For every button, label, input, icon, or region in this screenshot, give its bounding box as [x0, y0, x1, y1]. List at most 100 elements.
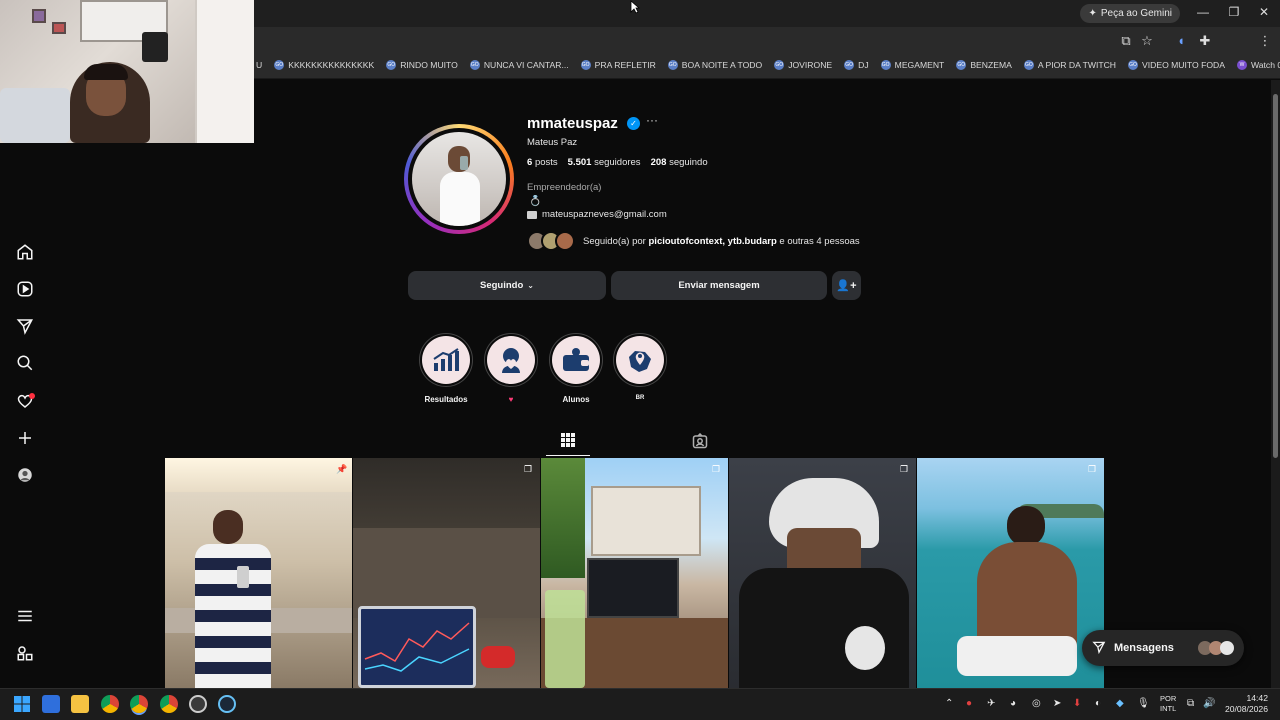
profile-username: mmateuspaz [527, 115, 618, 132]
bookmark-item[interactable]: GO KKKKKKKKKKKKKKK [274, 60, 374, 70]
more-options-icon[interactable]: ··· [646, 113, 658, 127]
bookmark-item[interactable]: GO RINDO MUITO [386, 60, 458, 70]
followers-stat[interactable]: 5.501 seguidores [568, 157, 641, 168]
bookmark-item[interactable]: GO DJ [844, 60, 869, 70]
following-button[interactable]: Seguindo ⌄ [408, 271, 606, 300]
gemini-label: Peça ao Gemini [1100, 8, 1172, 19]
bed [0, 88, 70, 143]
post-thumbnail[interactable]: ❐ [541, 458, 728, 688]
bookmark-item[interactable]: U [256, 60, 262, 70]
keyboard-language[interactable]: POR INTL [1160, 694, 1176, 714]
wall-frame [52, 22, 66, 34]
bookmark-favicon-icon: GO [386, 60, 397, 70]
bookmark-item[interactable]: GO NUNCA VI CANTAR... [469, 60, 569, 70]
bookmark-item[interactable]: GO JOVIRONE [774, 60, 832, 70]
message-avatars [1198, 641, 1234, 655]
tray-download-icon[interactable]: ⬇ [1073, 698, 1081, 709]
bookmark-item[interactable]: GO BOA NOITE A TODO [667, 60, 762, 70]
chrome-profile-icon[interactable] [160, 695, 178, 713]
shorts [957, 636, 1077, 676]
posts-grid-tab-icon[interactable] [561, 433, 577, 449]
extension-audio-icon[interactable]: ◖ [1172, 33, 1190, 48]
followed-by-row[interactable]: Seguido(a) por picioutofcontext, ytb.bud… [527, 231, 860, 251]
create-plus-icon[interactable] [14, 427, 36, 449]
tray-app-icon[interactable]: ✈ [987, 698, 995, 709]
profile-avatar-image[interactable] [412, 132, 506, 226]
post-thumbnail[interactable]: ❐ [917, 458, 1104, 688]
highlight-label: BR [635, 395, 645, 401]
carousel-icon: ❐ [712, 464, 721, 474]
map-pin-icon [616, 336, 664, 384]
menu-kebab-icon[interactable]: ⋮ [1256, 33, 1274, 49]
messages-pill[interactable]: Mensagens [1082, 630, 1244, 666]
following-stat[interactable]: 208 seguindo [651, 157, 708, 168]
taskbar-clock[interactable]: 14:42 20/08/2026 [1225, 693, 1268, 715]
profile-icon[interactable] [14, 464, 36, 486]
hamburger-menu-icon[interactable] [14, 605, 36, 627]
windows-start-icon[interactable] [13, 695, 31, 713]
highlight-item[interactable]: Resultados [419, 333, 473, 404]
reels-icon[interactable] [14, 278, 36, 300]
hanging-shirt [142, 32, 168, 62]
direct-send-icon[interactable] [14, 315, 36, 337]
post-thumbnail[interactable]: ❐ [353, 458, 540, 688]
bookmark-item[interactable]: GO BENZEMA [956, 60, 1012, 70]
active-tab-indicator [546, 455, 590, 456]
carousel-icon: ❐ [524, 464, 533, 474]
post-thumbnail[interactable]: 📌 [165, 458, 352, 688]
install-app-icon[interactable]: ⧉ [1117, 33, 1135, 49]
send-message-button[interactable]: Enviar mensagem [611, 271, 827, 300]
mouse-cursor [630, 0, 641, 19]
chrome-icon[interactable] [101, 695, 119, 713]
desk [353, 528, 540, 618]
search-icon[interactable] [14, 352, 36, 374]
suggest-users-button[interactable]: 👤+ [832, 271, 861, 300]
bookmark-favicon-icon: GO [580, 60, 591, 70]
file-explorer-icon[interactable] [71, 695, 89, 713]
home-icon[interactable] [14, 241, 36, 263]
highlight-item[interactable]: Alunos [549, 333, 603, 404]
message-avatar [1220, 641, 1234, 655]
close-icon[interactable]: ✕ [1254, 5, 1274, 19]
tray-volume-icon[interactable]: 🔊 [1203, 698, 1215, 709]
tray-network-icon[interactable]: ⧉ [1187, 698, 1194, 709]
extensions-puzzle-icon[interactable]: ✚ [1196, 33, 1214, 49]
restore-icon[interactable]: ❐ [1224, 5, 1244, 19]
bookmark-favicon-icon: GO [844, 60, 855, 70]
highlight-item[interactable]: BR [613, 333, 667, 401]
minimize-icon[interactable]: — [1193, 5, 1213, 19]
tray-app2-icon[interactable]: ◐ [1095, 698, 1101, 709]
bookmark-item[interactable]: GO MEGAMENT [880, 60, 944, 70]
highlight-item[interactable]: ♥ [484, 333, 538, 404]
task-view-icon[interactable] [42, 695, 60, 713]
highlight-ring [419, 333, 473, 387]
messages-label: Mensagens [1114, 642, 1174, 654]
tray-telegram-icon[interactable]: ➤ [1053, 698, 1061, 709]
bookmark-item[interactable]: GO A PIOR DA TWITCH [1023, 60, 1116, 70]
bookmark-item[interactable]: WWatch 0129 | Strea... [1236, 60, 1280, 70]
tray-chevron-up-icon[interactable]: ⌃ [945, 698, 953, 709]
tagged-tab-icon[interactable] [692, 432, 708, 449]
bookmark-item[interactable]: GO VIDEO MUITO FODA [1128, 60, 1225, 70]
bar-chart-icon [422, 336, 470, 384]
steam-icon[interactable] [218, 695, 236, 713]
tray-record-icon[interactable]: ● [966, 698, 972, 709]
post-thumbnail[interactable]: ❐ [729, 458, 916, 688]
tray-microphone-icon[interactable]: 🎙 [1137, 698, 1150, 709]
striped-sweater [195, 544, 271, 688]
ceiling-lights [165, 458, 352, 492]
tray-app3-icon[interactable]: ◆ [1116, 698, 1124, 709]
gemini-button[interactable]: ✦ Peça ao Gemini [1080, 4, 1180, 23]
also-from-meta-icon[interactable] [14, 642, 36, 664]
tray-discord-icon[interactable]: ◕ [1010, 698, 1016, 709]
tray-steam-icon[interactable]: ◎ [1032, 698, 1041, 709]
bookmark-item[interactable]: GO PRA REFLETIR [580, 60, 656, 70]
chrome-active-icon[interactable] [130, 695, 148, 713]
star-icon[interactable]: ☆ [1138, 33, 1156, 49]
laptop-chart [587, 558, 679, 618]
obs-icon[interactable] [189, 695, 207, 713]
bookmark-favicon-icon: GO [1023, 60, 1034, 70]
bio-email: mateuspazneves@gmail.com [542, 209, 667, 220]
bookmark-favicon-icon: GO [1128, 60, 1139, 70]
scrollbar-thumb[interactable] [1273, 94, 1278, 458]
